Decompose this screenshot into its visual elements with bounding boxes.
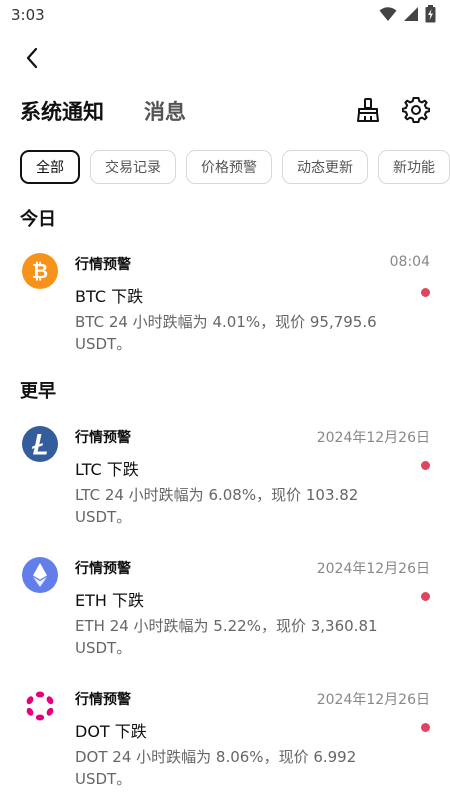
notification-item[interactable]: ₿ 行情预警 08:04 BTC 下跌 BTC 24 小时跌幅为 4.01%，现… — [0, 240, 450, 360]
notification-time: 2024年12月26日 — [316, 430, 430, 446]
notification-item[interactable]: 行情预警 2024年12月26日 LTC 下跌 LTC 24 小时跌幅为 6.0… — [0, 413, 450, 533]
filter-chips: 全部 交易记录 价格预警 动态更新 新功能 — [20, 150, 450, 186]
unread-dot — [421, 723, 430, 732]
notification-category: 行情预警 — [75, 257, 131, 273]
section-title-earlier: 更早 — [20, 381, 56, 402]
notification-item[interactable]: 行情预警 2024年12月26日 ETH 下跌 ETH 24 小时跌幅为 5.2… — [0, 544, 450, 664]
unread-dot — [421, 288, 430, 297]
back-button[interactable] — [18, 44, 46, 72]
ethereum-icon — [22, 557, 58, 593]
settings-button[interactable] — [402, 96, 430, 124]
filter-chip-trades[interactable]: 交易记录 — [90, 150, 176, 184]
polkadot-icon — [22, 688, 58, 724]
status-time: 3:03 — [11, 6, 45, 24]
wifi-icon — [379, 7, 397, 21]
header-actions — [354, 96, 430, 124]
filter-chip-price-alerts[interactable]: 价格预警 — [186, 150, 272, 184]
notification-category: 行情预警 — [75, 430, 131, 446]
status-bar: 3:03 — [0, 0, 450, 32]
header-tabs: 系统通知 消息 — [20, 96, 186, 126]
filter-chip-updates[interactable]: 动态更新 — [282, 150, 368, 184]
signal-icon — [404, 7, 418, 21]
notification-body: LTC 24 小时跌幅为 6.08%，现价 103.82 USDT。 — [75, 486, 359, 526]
filter-chip-all[interactable]: 全部 — [20, 150, 80, 184]
broom-icon — [357, 98, 379, 122]
notification-item[interactable]: 行情预警 2024年12月26日 DOT 下跌 DOT 24 小时跌幅为 8.0… — [0, 675, 450, 795]
notification-category: 行情预警 — [75, 692, 131, 708]
tab-system-notifications[interactable]: 系统通知 — [20, 96, 104, 126]
gear-icon — [402, 97, 430, 123]
bitcoin-icon: ₿ — [22, 253, 58, 289]
unread-dot — [421, 461, 430, 470]
notification-time: 08:04 — [389, 254, 430, 270]
notification-body: ETH 24 小时跌幅为 5.22%，现价 3,360.81 USDT。 — [75, 617, 378, 657]
notification-body: BTC 24 小时跌幅为 4.01%，现价 95,795.6 USDT。 — [75, 313, 377, 353]
notification-time: 2024年12月26日 — [316, 692, 430, 708]
status-icons — [379, 5, 436, 23]
notification-title: ETH 下跌 — [75, 591, 145, 610]
notification-title: DOT 下跌 — [75, 722, 147, 741]
notification-category: 行情预警 — [75, 561, 131, 577]
filter-chip-new-features[interactable]: 新功能 — [378, 150, 450, 184]
section-title-today: 今日 — [20, 209, 56, 230]
svg-text:₿: ₿ — [32, 259, 48, 283]
clear-all-button[interactable] — [354, 96, 382, 124]
tab-messages[interactable]: 消息 — [144, 96, 186, 126]
notification-title: LTC 下跌 — [75, 460, 139, 479]
notification-title: BTC 下跌 — [75, 287, 144, 306]
battery-icon — [425, 5, 436, 23]
notification-body: DOT 24 小时跌幅为 8.06%，现价 6.992 USDT。 — [75, 748, 357, 788]
notification-time: 2024年12月26日 — [316, 561, 430, 577]
chevron-left-icon — [26, 47, 38, 69]
unread-dot — [421, 592, 430, 601]
litecoin-icon — [22, 426, 58, 462]
